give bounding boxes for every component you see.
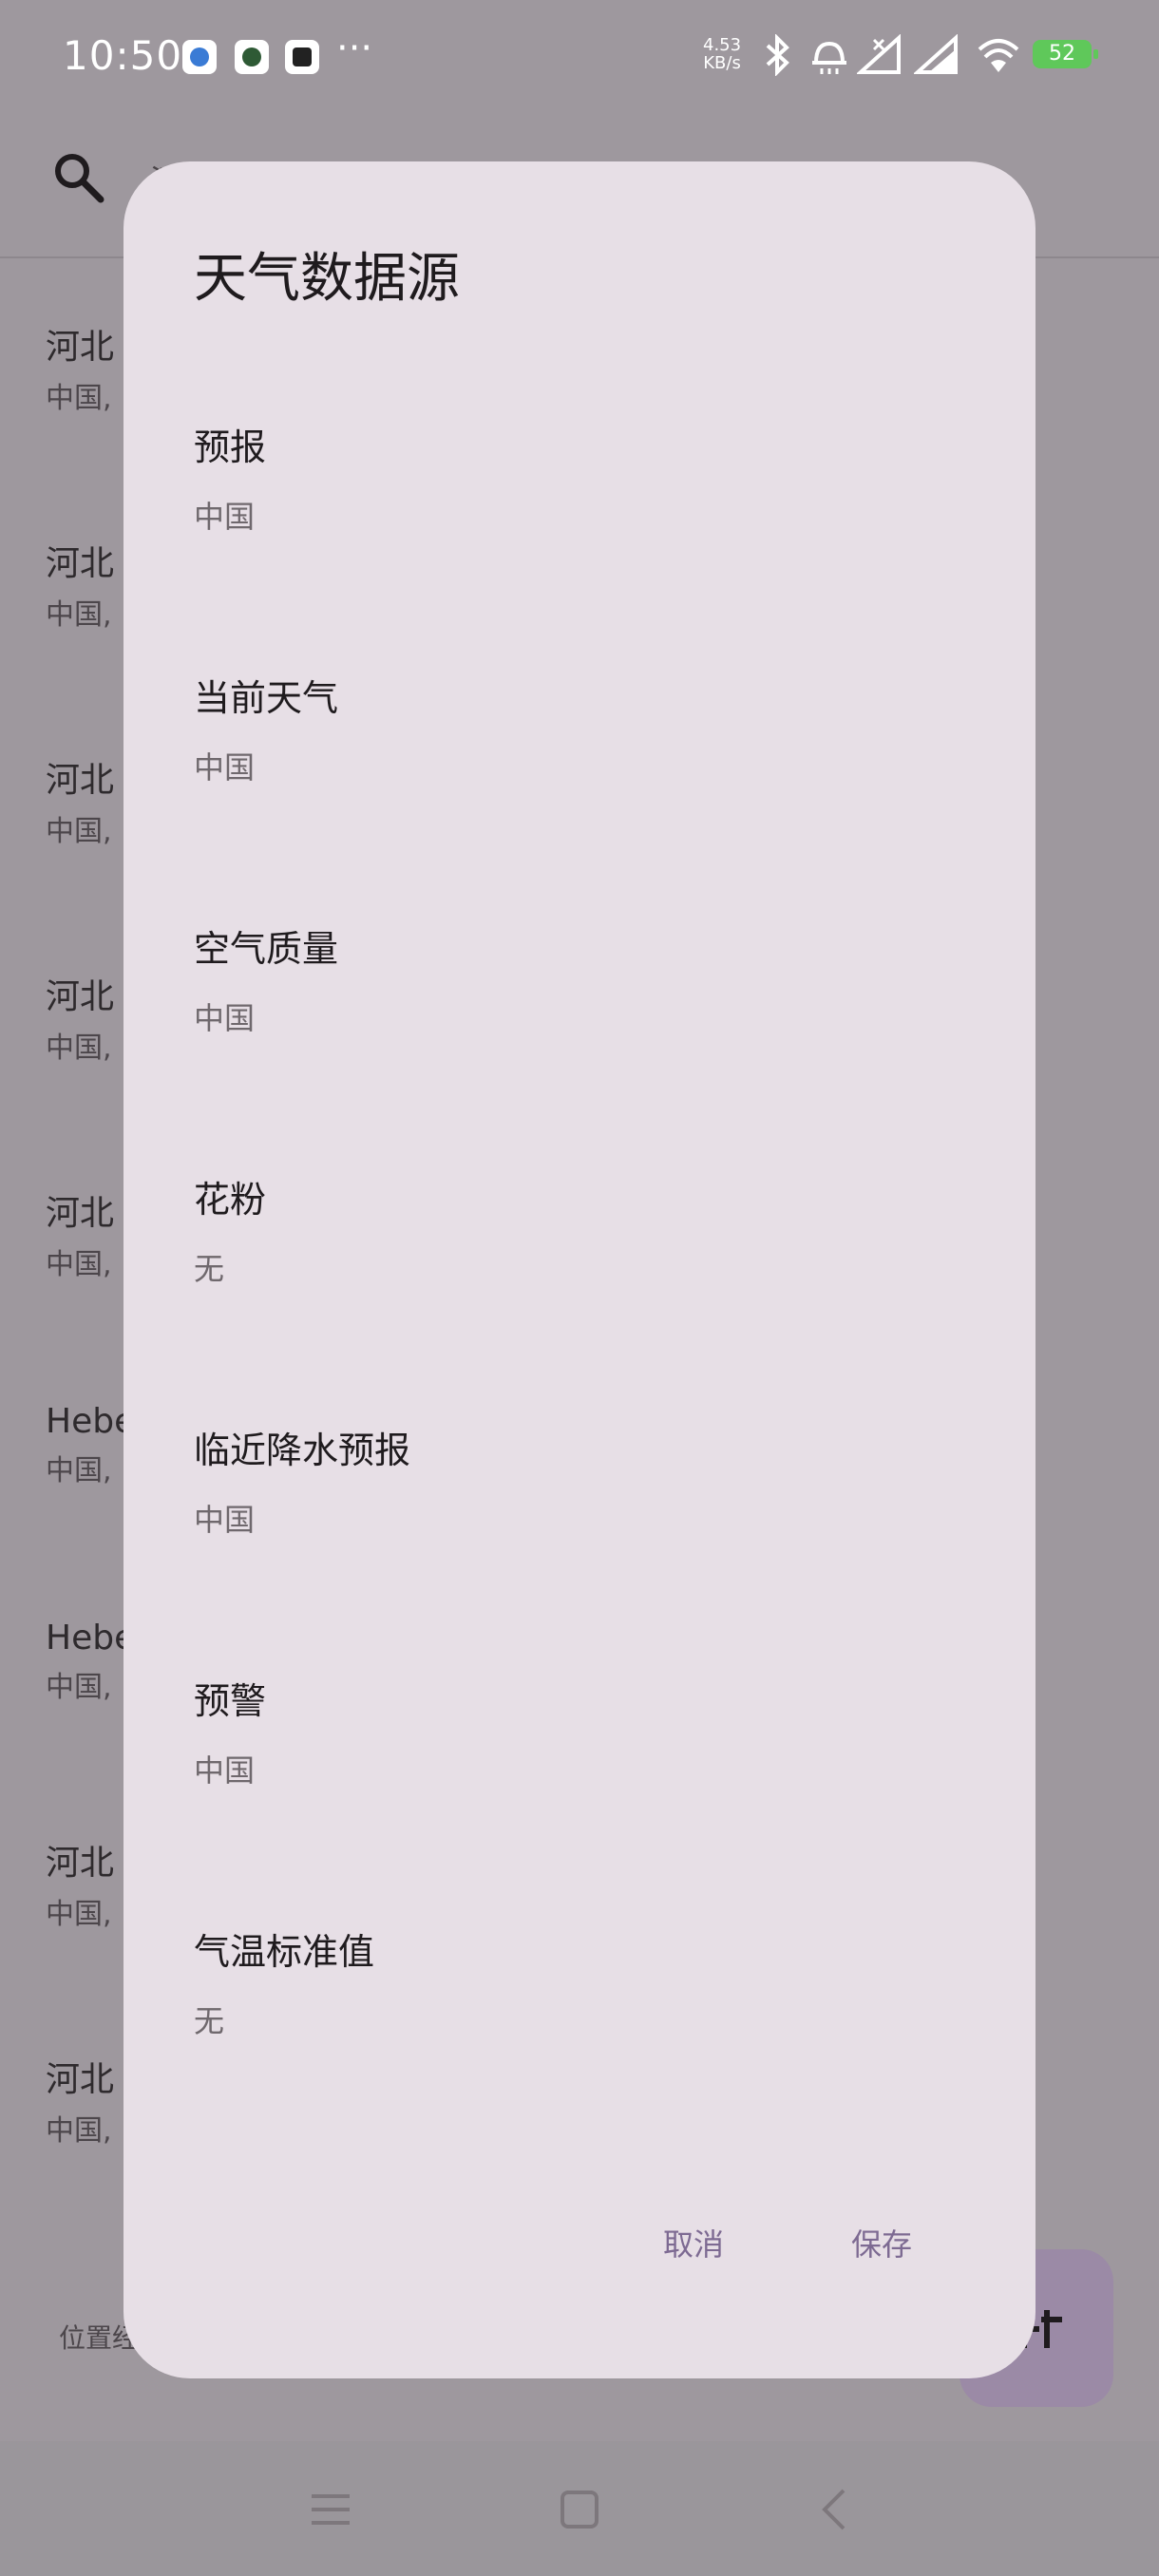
signal-2-icon: [914, 34, 958, 74]
option-label: 花粉: [194, 1179, 267, 1221]
list-item[interactable]: Hebe 中国,: [46, 1619, 135, 1705]
option-alerts[interactable]: 预警 中国: [194, 1672, 954, 1862]
option-label: 空气质量: [194, 928, 339, 970]
bluetooth-icon: [766, 34, 789, 76]
app-notification-icon: [182, 40, 217, 74]
option-label: 当前天气: [194, 677, 339, 719]
dialog-title: 天气数据源: [194, 248, 460, 310]
option-pollen[interactable]: 花粉 无: [194, 1170, 954, 1360]
option-nowcast[interactable]: 临近降水预报 中国: [194, 1421, 954, 1611]
list-item[interactable]: 河北 中国,: [46, 969, 114, 1066]
list-item[interactable]: 河北 中国,: [46, 2052, 114, 2149]
option-label: 预报: [194, 426, 267, 468]
list-item[interactable]: 河北 中国,: [46, 1835, 114, 1932]
status-time: 10:50: [63, 32, 183, 79]
option-label: 气温标准值: [194, 1931, 375, 1973]
app-notification-icon: [285, 40, 319, 74]
cancel-button[interactable]: 取消: [663, 2221, 724, 2264]
option-value: 中国: [194, 1000, 256, 1036]
list-item[interactable]: 河北 中国,: [46, 536, 114, 633]
alarm-icon: [812, 41, 846, 74]
option-current-weather[interactable]: 当前天气 中国: [194, 669, 954, 859]
option-value: 中国: [194, 499, 256, 535]
list-item[interactable]: 河北 中国,: [46, 752, 114, 849]
option-forecast[interactable]: 预报 中国: [194, 418, 954, 608]
list-item[interactable]: Hebe 中国,: [46, 1402, 135, 1488]
option-value: 中国: [194, 1502, 256, 1538]
search-icon[interactable]: [49, 148, 106, 205]
option-value: 无: [194, 2003, 225, 2039]
back-icon[interactable]: [808, 2481, 864, 2538]
option-label: 临近降水预报: [194, 1430, 411, 1471]
list-item[interactable]: 河北 中国,: [46, 319, 114, 416]
signal-1-icon: [857, 34, 901, 74]
home-icon[interactable]: [551, 2481, 608, 2538]
weather-source-dialog: 天气数据源 预报 中国 当前天气 中国 空气质量 中国 花粉 无 临近降水预报 …: [124, 161, 1036, 2378]
battery-indicator: 52: [1033, 40, 1098, 68]
menu-icon[interactable]: [302, 2481, 359, 2538]
option-value: 中国: [194, 1752, 256, 1789]
option-label: 预警: [194, 1680, 267, 1722]
save-button[interactable]: 保存: [851, 2221, 912, 2264]
network-speed: 4.53 KB/s: [703, 35, 742, 73]
navigation-bar: [0, 2441, 1159, 2576]
option-normals[interactable]: 气温标准值 无: [194, 1923, 954, 2112]
option-value: 中国: [194, 749, 256, 786]
option-value: 无: [194, 1251, 225, 1287]
option-air-quality[interactable]: 空气质量 中国: [194, 919, 954, 1109]
list-item[interactable]: 河北 中国,: [46, 1185, 114, 1282]
wifi-icon: [978, 39, 1019, 72]
status-bar: 10:50 ··· 4.53 KB/s 52: [0, 0, 1159, 114]
app-notification-icon: [235, 40, 269, 74]
more-notifications-icon: ···: [336, 27, 373, 70]
